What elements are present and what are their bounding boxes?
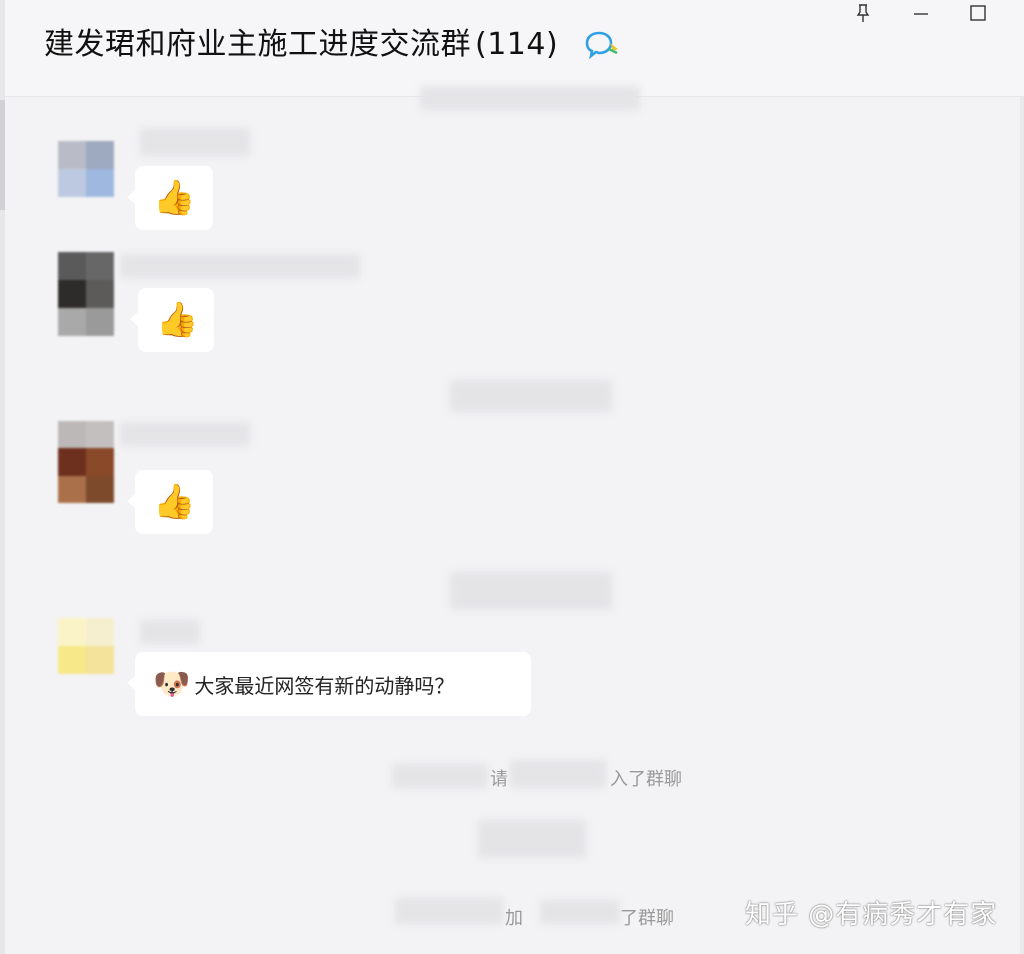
left-scroll-edge — [0, 0, 5, 954]
sticker-bubble[interactable]: 👍 — [127, 166, 213, 230]
message-bubble[interactable]: 🐶 大家最近网签有新的动静吗？ — [127, 652, 531, 716]
redacted-timestamp — [478, 820, 586, 858]
pin-icon — [856, 4, 870, 22]
redacted-inviter — [392, 764, 488, 788]
system-notice-text: 请 — [490, 769, 508, 790]
redacted-notice — [420, 86, 640, 110]
redacted-timestamp — [450, 572, 612, 610]
maximize-icon — [970, 5, 986, 21]
member-count: (114) — [475, 27, 559, 62]
redacted-invitee — [510, 760, 606, 788]
avatar[interactable] — [58, 252, 114, 336]
minimize-icon — [914, 13, 928, 15]
system-notice-text: 入了群聊 — [610, 769, 682, 790]
right-edge — [1020, 60, 1024, 954]
message-text: 大家最近网签有新的动静吗？ — [194, 673, 455, 698]
redacted-timestamp — [450, 380, 612, 412]
sticker-bubble[interactable]: 👍 — [130, 288, 214, 352]
left-scrollbar-thumb[interactable] — [0, 100, 5, 210]
zhihu-watermark: 知乎 @有病秀才有家 — [745, 900, 998, 930]
avatar[interactable] — [58, 618, 114, 674]
pin-button[interactable] — [846, 0, 880, 26]
avatar[interactable] — [58, 421, 114, 503]
redacted-invitee — [540, 900, 620, 924]
thumbs-up-icon: 👍 — [156, 300, 199, 340]
group-name: 建发珺和府业主施工进度交流群 — [44, 27, 471, 62]
redacted-sender-name — [120, 254, 360, 278]
chat-title: 建发珺和府业主施工进度交流群 (114) — [44, 25, 558, 65]
system-notice-text: 加 — [505, 908, 523, 929]
redacted-sender-name — [140, 128, 250, 156]
system-notice-text: 了群聊 — [620, 908, 674, 929]
doge-emoji-icon: 🐶 — [153, 666, 191, 702]
redacted-sender-name — [120, 422, 250, 446]
redacted-sender-name — [140, 620, 200, 644]
redacted-inviter — [395, 898, 503, 924]
avatar[interactable] — [58, 141, 114, 197]
chat-bubbles-icon[interactable] — [585, 29, 625, 61]
sticker-bubble[interactable]: 👍 — [127, 470, 213, 534]
minimize-button[interactable] — [904, 0, 938, 26]
thumbs-up-icon: 👍 — [153, 482, 196, 522]
maximize-button[interactable] — [961, 0, 995, 26]
thumbs-up-icon: 👍 — [153, 178, 196, 218]
